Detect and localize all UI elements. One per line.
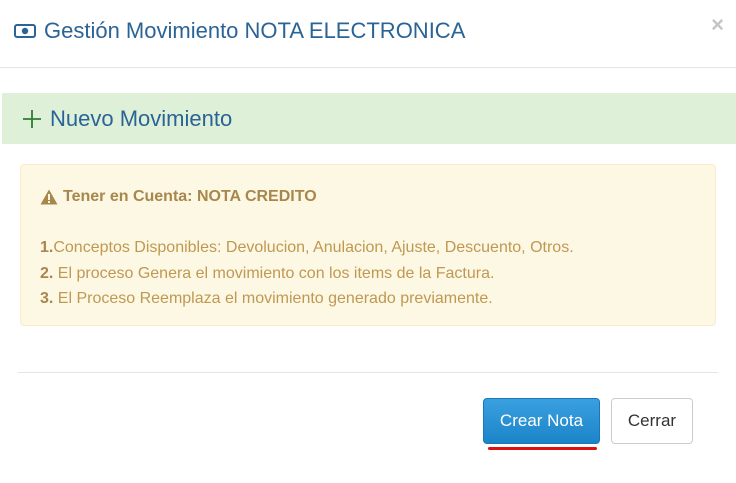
- plus-icon: [22, 109, 42, 129]
- alert-item: 2. El proceso Genera el movimiento con l…: [40, 261, 574, 287]
- modal-title: Gestión Movimiento NOTA ELECTRONICA: [44, 18, 466, 43]
- close-icon[interactable]: ×: [711, 14, 724, 36]
- modal-header: Gestión Movimiento NOTA ELECTRONICA ×: [0, 0, 736, 68]
- alert-item: 1.Conceptos Disponibles: Devolucion, Anu…: [40, 235, 574, 261]
- warning-icon: [40, 189, 58, 205]
- alert-item-text: El proceso Genera el movimiento con los …: [53, 264, 495, 282]
- alert-heading: Tener en Cuenta: NOTA CREDITO: [40, 187, 317, 207]
- panel-title: Nuevo Movimiento: [50, 105, 233, 131]
- alert-item-text: El Proceso Reemplaza el movimiento gener…: [53, 290, 493, 307]
- alert-heading-text: Tener en Cuenta: NOTA CREDITO: [63, 188, 317, 205]
- alert-item: 3. El Proceso Reemplaza el movimiento ge…: [40, 286, 574, 312]
- footer-divider: [18, 372, 718, 373]
- money-icon: [14, 24, 36, 38]
- alert-item-number: 3.: [40, 290, 54, 307]
- alert-item-number: 2.: [40, 264, 54, 282]
- alert-item-text: Conceptos Disponibles: Devolucion, Anula…: [53, 239, 574, 256]
- new-movement-panel-heading[interactable]: Nuevo Movimiento: [2, 93, 736, 144]
- highlight-underline: [488, 447, 597, 450]
- alert-list: 1.Conceptos Disponibles: Devolucion, Anu…: [40, 235, 574, 312]
- create-note-button[interactable]: Crear Nota: [483, 398, 600, 444]
- warning-alert: Tener en Cuenta: NOTA CREDITO 1.Concepto…: [20, 164, 716, 326]
- modal-title-group: Gestión Movimiento NOTA ELECTRONICA: [14, 18, 465, 44]
- close-button[interactable]: Cerrar: [611, 398, 693, 444]
- alert-item-number: 1.: [40, 239, 54, 256]
